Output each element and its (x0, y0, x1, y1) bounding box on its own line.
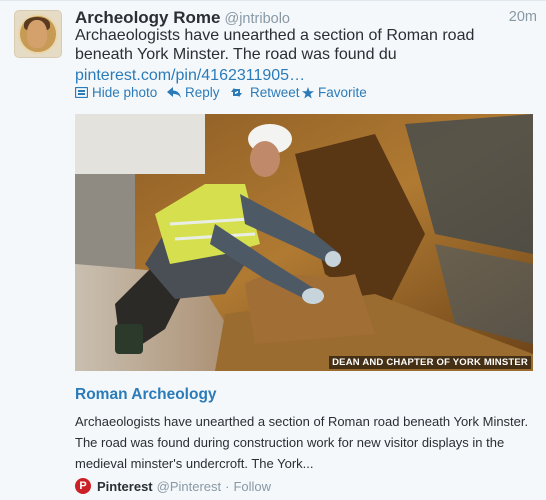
reply-button[interactable]: Reply (167, 85, 220, 100)
separator-dot: · (225, 478, 230, 494)
hide-photo-label: Hide photo (92, 85, 158, 100)
source-handle[interactable]: @Pinterest (157, 479, 222, 494)
excavation-photo (75, 114, 533, 371)
retweet-button[interactable]: Retweet (230, 85, 300, 100)
follow-link[interactable]: Follow (233, 479, 271, 494)
avatar-face (27, 20, 47, 48)
author-name[interactable]: Archeology Rome (75, 8, 220, 27)
author-handle[interactable]: @jntribolo (224, 11, 290, 27)
card-description: Archaeologists have unearthed a section … (75, 414, 529, 471)
tweet-text: Archaeologists have unearthed a section … (75, 27, 475, 63)
retweet-icon (231, 88, 242, 97)
reply-label: Reply (185, 85, 220, 100)
source-name[interactable]: Pinterest (97, 479, 153, 494)
star-icon (302, 86, 314, 98)
card-source: P Pinterest @Pinterest · Follow (75, 478, 271, 494)
photo-credit: DEAN AND CHAPTER OF YORK MINSTER (329, 356, 531, 369)
favorite-label: Favorite (318, 85, 367, 100)
pinterest-logo-icon[interactable]: P (75, 478, 91, 494)
hide-photo-button[interactable]: Hide photo (75, 85, 157, 100)
tweet: Archeology Rome @jntribolo 20m Archaeolog… (0, 0, 546, 500)
tweet-header: Archeology Rome @jntribolo (75, 8, 290, 28)
reply-icon (167, 87, 181, 98)
tweet-photo[interactable]: DEAN AND CHAPTER OF YORK MINSTER (75, 114, 533, 371)
tweet-link[interactable]: pinterest.com/pin/4162311905… (75, 67, 305, 85)
timestamp[interactable]: 20m (509, 9, 537, 25)
avatar[interactable] (14, 10, 62, 58)
photo-icon (75, 87, 88, 98)
favorite-button[interactable]: Favorite (302, 85, 367, 100)
card-title[interactable]: Roman Archeology (75, 386, 217, 404)
retweet-label: Retweet (250, 85, 300, 100)
